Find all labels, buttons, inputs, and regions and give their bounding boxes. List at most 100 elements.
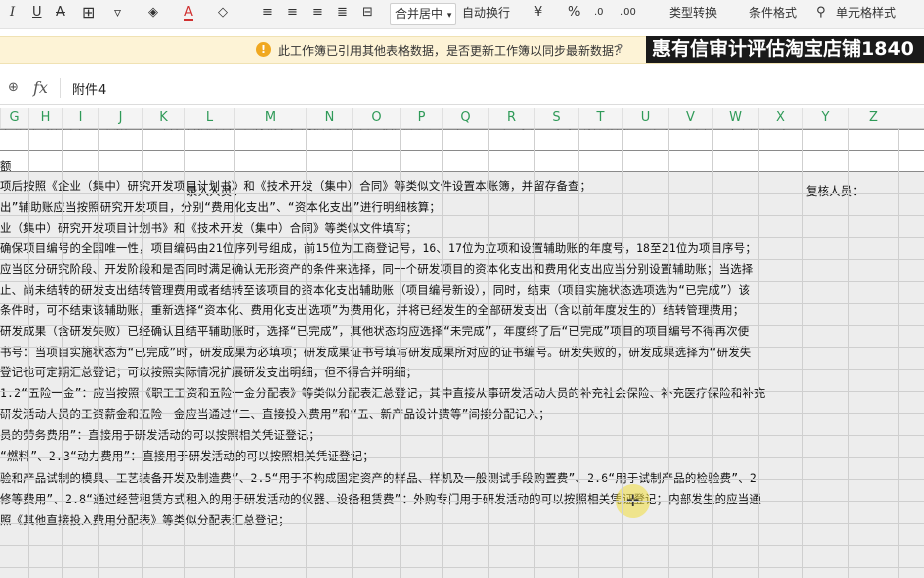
grid-vline (234, 129, 235, 578)
note-line[interactable]: 验和产品试制的模具、工艺装备开发及制造费”、2.5“用于不构成固定资产的样品、样… (0, 469, 924, 487)
percent-icon[interactable]: % (568, 3, 580, 23)
column-header-o[interactable]: O (352, 108, 400, 128)
column-header-j[interactable]: J (98, 108, 142, 128)
note-line[interactable]: 应当区分研究阶段、开发阶段和是否同时满足确认无形资产的条件来选择，同一个研发项目… (0, 260, 924, 278)
column-header-p[interactable]: P (400, 108, 442, 128)
currency-icon[interactable]: ¥ (534, 3, 542, 23)
decimal-increase-icon[interactable]: .0 (594, 3, 604, 23)
fill-color-icon[interactable]: ◈ (148, 3, 158, 23)
column-header-w[interactable]: W (712, 108, 758, 128)
type-convert-button[interactable]: 类型转换 (669, 3, 717, 23)
grid-hline (0, 391, 924, 392)
grid-vline (98, 129, 99, 578)
formula-bar: ⊕ fx 附件4 (0, 72, 924, 105)
note-line[interactable]: “燃料”、2.3“动力费用”：直接用于研发活动的可以按照相关凭证登记； (0, 447, 924, 465)
grid-vline (28, 129, 29, 578)
align-center-icon[interactable]: ≡ (287, 3, 298, 23)
grid-hline (0, 479, 924, 480)
note-line[interactable]: 修等费用”、2.8“通过经营租赁方式租入的用于研发活动的仪器、设备租赁费”：外购… (0, 490, 924, 508)
grid-vline (668, 129, 669, 578)
grid-hline (0, 215, 924, 216)
note-line[interactable]: 照《其他直接投入费用分配表》等类似分配表汇总登记； (0, 511, 924, 529)
note-line[interactable] (0, 159, 924, 177)
distribute-icon[interactable]: ⊟ (362, 3, 373, 23)
underline-button[interactable]: U (32, 3, 42, 23)
chevron-down-icon: ▾ (446, 11, 452, 21)
column-header-g[interactable]: G (0, 108, 28, 128)
grid-vline (758, 129, 759, 578)
note-line[interactable]: 止、尚未结转的研发支出结转管理费用或者结转至该项目的资本化支出辅助账（项目编号新… (0, 281, 924, 299)
note-line[interactable]: 业（集中）研究开发项目计划书》和《技术开发（集中）合同》等类似文件填写； (0, 219, 924, 237)
formula-input[interactable]: 附件4 (72, 79, 106, 98)
italic-button[interactable]: I (10, 3, 15, 23)
column-header-z[interactable]: Z (848, 108, 898, 128)
note-line[interactable]: 出”辅助账应当按照研究开发项目，分别“费用化支出”、“资本化支出”进行明细核算； (0, 198, 924, 216)
grid-vline (898, 129, 899, 578)
column-header-l[interactable]: L (184, 108, 234, 128)
ribbon-toolbar: I U A ⊞ ▿ ◈ A ◇ ≡ ≡ ≡ ≣ ⊟ 合并居中 ▾ 自动换行 ¥ … (0, 0, 924, 29)
grid-vline (184, 129, 185, 578)
info-icon: ! (256, 42, 271, 57)
grid-vline (62, 129, 63, 578)
column-header-y[interactable]: Y (802, 108, 848, 128)
grid-vline (802, 129, 803, 578)
grid-hline (0, 457, 924, 458)
border-icon[interactable]: ⊞ (82, 3, 95, 23)
zoom-icon[interactable]: ⊕ (8, 80, 19, 95)
column-header-bar: GHIJKLMNOPQRSTUVWXYZ (0, 108, 924, 129)
note-line[interactable]: 1.2“五险一金”：应当按照《职工工资和五险一金分配表》等类似分配表汇总登记，其… (0, 384, 924, 402)
conditional-format-button[interactable]: 条件格式 (749, 3, 797, 23)
note-line[interactable]: 登记也可定期汇总登记；可以按照实际情况扩展研发支出明细，但不得合并明细； (0, 363, 924, 381)
column-header-r[interactable]: R (488, 108, 534, 128)
note-line[interactable]: 中研发是指集团企业根据生产经营和科技开发的实际情况，对技术要求高、投资数额大，单… (0, 129, 924, 133)
column-header-m[interactable]: M (234, 108, 306, 128)
note-line[interactable]: 确保项目编号的全国唯一性，项目编码由21位序列号组成，前15位为工商登记号，16… (0, 239, 924, 257)
justify-icon[interactable]: ≣ (337, 3, 348, 23)
column-header-u[interactable]: U (622, 108, 668, 128)
fx-icon[interactable]: fx (33, 78, 48, 97)
grid-hline (0, 325, 924, 326)
watermark-overlay: 惠有信审计评估淘宝店铺1840 (646, 36, 924, 63)
column-header-k[interactable]: K (142, 108, 184, 128)
grid-vline (534, 129, 535, 578)
align-right-icon[interactable]: ≡ (312, 3, 323, 23)
grid-hline (0, 347, 924, 348)
align-left-icon[interactable]: ≡ (262, 3, 273, 23)
wrap-text-button[interactable]: 自动换行 (462, 3, 510, 23)
decimal-decrease-icon[interactable]: .00 (620, 3, 636, 23)
grid-hline (0, 501, 924, 502)
strikethrough-button[interactable]: A (56, 3, 65, 23)
eraser-icon[interactable]: ◇ (218, 3, 228, 23)
column-header-x[interactable]: X (758, 108, 802, 128)
grid-hline (0, 193, 924, 194)
grid-vline (306, 129, 307, 578)
cell-style-icon: ⚲ (816, 5, 826, 20)
grid-hline (0, 523, 924, 524)
grid-hline (0, 567, 924, 568)
font-color-icon[interactable]: A (184, 3, 193, 21)
grid-vline (578, 129, 579, 578)
grid-hline (0, 237, 924, 238)
grid-vline (400, 129, 401, 578)
grid-vline (488, 129, 489, 578)
note-line[interactable]: 书号：当项目实施状态为“已完成”时，研发成果为必填项；研发成果证书号填写研发成果… (0, 343, 924, 361)
note-line[interactable]: 研发活动人员的工资薪金和五险一金应当通过“二、直接投入费用”和“五、新产品设计费… (0, 405, 924, 423)
grid-hline (0, 303, 924, 304)
column-header-n[interactable]: N (306, 108, 352, 128)
column-header-q[interactable]: Q (442, 108, 488, 128)
column-header-s[interactable]: S (534, 108, 578, 128)
merge-center-dropdown[interactable]: 合并居中 ▾ (390, 3, 457, 25)
grid-vline (622, 129, 623, 578)
column-header-v[interactable]: V (668, 108, 712, 128)
cell-style-button[interactable]: 单元格样式 (836, 3, 896, 23)
merge-label: 合并居中 (395, 7, 444, 21)
grid-hline (0, 435, 924, 436)
note-line[interactable] (0, 137, 924, 155)
column-header-i[interactable]: I (62, 108, 98, 128)
fill-dropdown-icon[interactable]: ▿ (114, 3, 121, 23)
column-header-t[interactable]: T (578, 108, 622, 128)
sheet-grid[interactable]: 额 录入人员： 复核人员： 中研发是指集团企业根据生产经营和科技开发的实际情况，… (0, 129, 924, 578)
help-icon[interactable]: ? (617, 42, 623, 56)
grid-vline (712, 129, 713, 578)
column-header-h[interactable]: H (28, 108, 62, 128)
